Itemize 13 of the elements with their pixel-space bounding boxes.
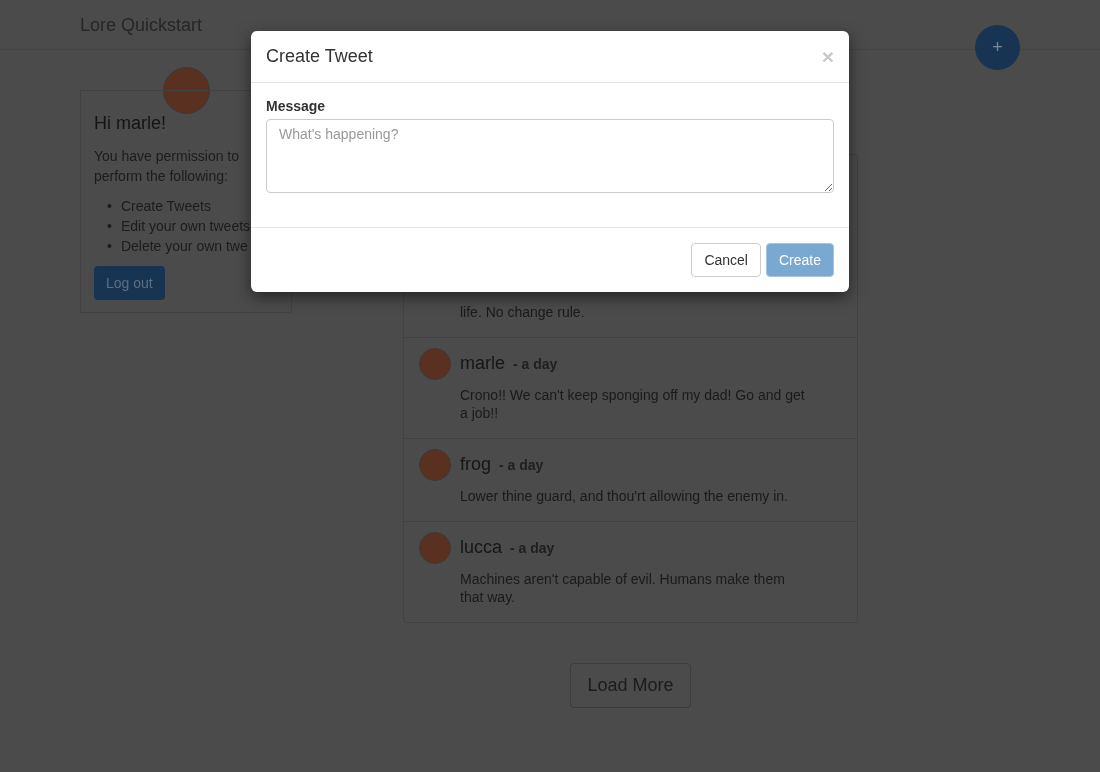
avatar: [419, 348, 451, 380]
field-label: Message: [266, 98, 327, 114]
add-button[interactable]: +: [975, 25, 1020, 70]
close-button[interactable]: ×: [821, 46, 834, 67]
avatar: [419, 449, 451, 481]
message-field[interactable]: What's happening?: [266, 119, 834, 193]
logout-button[interactable]: Log out: [94, 266, 165, 300]
modal-title: Create Tweet: [266, 46, 373, 67]
bullet: •: [107, 237, 112, 256]
avatar: [419, 532, 451, 564]
cancel-button[interactable]: Cancel: [691, 243, 761, 277]
bullet: •: [107, 217, 112, 236]
bullet: •: [107, 197, 112, 216]
